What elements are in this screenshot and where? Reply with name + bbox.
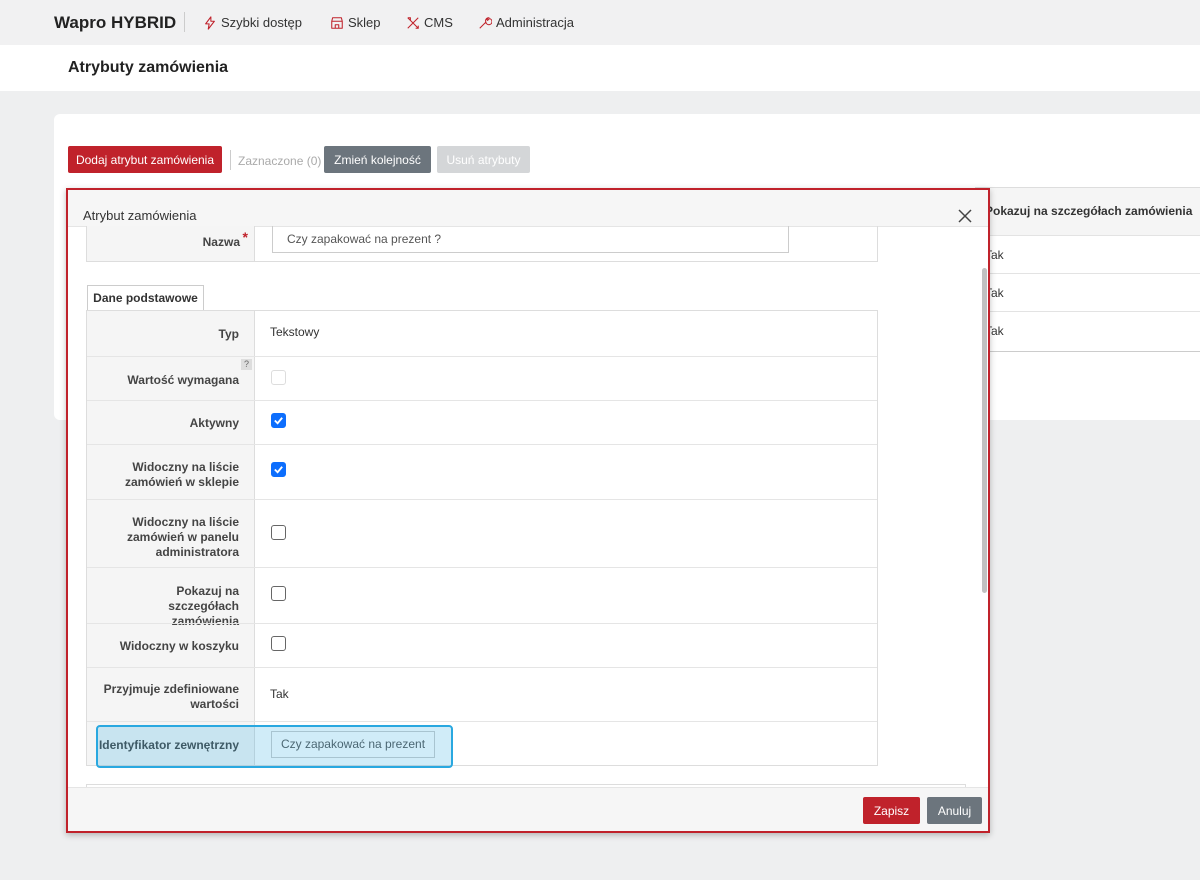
nav-divider [184, 12, 185, 32]
type-label: Typ [218, 327, 239, 341]
required-checkbox [271, 370, 286, 385]
nav-item-label: Sklep [348, 15, 381, 30]
nav-item-label: Szybki dostęp [221, 15, 302, 30]
table-cell: Tak [975, 235, 1200, 273]
cart-checkbox[interactable] [271, 636, 286, 651]
admin-list-label: Widoczny na liście zamówień w panelu adm… [126, 515, 239, 559]
form-row-required: ? Wartość wymagana [87, 356, 877, 400]
dialog-footer: Zapisz Anuluj [68, 787, 988, 831]
scrollbar-thumb[interactable] [982, 268, 987, 593]
nav-item-label: CMS [424, 15, 453, 30]
name-label: Nazwa * [87, 226, 255, 261]
toolbar-divider [230, 150, 231, 170]
basic-data-form: Typ Tekstowy ? Wartość wymagana Aktywny … [86, 310, 878, 766]
selected-count: Zaznaczone (0) [238, 154, 322, 168]
tab-basic-data[interactable]: Dane podstawowe [87, 285, 204, 311]
shop-list-label: Widoczny na liście zamówień w sklepie [124, 460, 239, 489]
predefined-value: Tak [270, 687, 289, 701]
attributes-table: Pokazuj na szczegółach zamówienia Tak Ta… [975, 187, 1200, 352]
form-row-shop-list: Widoczny na liście zamówień w sklepie [87, 444, 877, 499]
cancel-button[interactable]: Anuluj [927, 797, 982, 824]
wrench-icon [479, 16, 492, 29]
active-checkbox[interactable] [271, 413, 286, 428]
shop-list-checkbox[interactable] [271, 462, 286, 477]
nav-item-quick-access[interactable]: Szybki dostęp [203, 15, 302, 30]
app-brand[interactable]: Wapro HYBRID [54, 13, 176, 33]
form-row-cart: Widoczny w koszyku [87, 623, 877, 667]
active-label: Aktywny [189, 416, 239, 430]
nav-item-administration[interactable]: Administracja [478, 15, 574, 30]
dialog-header: Atrybut zamówienia [68, 190, 988, 227]
help-icon[interactable]: ? [241, 359, 252, 370]
add-attribute-button[interactable]: Dodaj atrybut zamówienia [68, 146, 222, 173]
attribute-dialog: Atrybut zamówienia Nazwa * Czy zapakować… [66, 188, 990, 833]
store-icon [331, 16, 343, 29]
top-navbar: Wapro HYBRID Szybki dostęp Sklep CMS Adm… [0, 0, 1200, 45]
checkmark-icon [274, 466, 283, 474]
required-label: Wartość wymagana [127, 373, 239, 387]
name-row: Nazwa * Czy zapakować na prezent ? [86, 226, 878, 262]
reorder-button[interactable]: Zmień kolejność [324, 146, 431, 173]
form-row-admin-list: Widoczny na liście zamówień w panelu adm… [87, 499, 877, 567]
form-row-active: Aktywny [87, 400, 877, 444]
predefined-label: Przyjmuje zdefiniowane wartości [103, 682, 239, 711]
name-label-text: Nazwa [202, 235, 240, 249]
form-row-details: Pokazuj na szczegółach zamówienia [87, 567, 877, 628]
nav-item-shop[interactable]: Sklep [330, 15, 381, 30]
close-icon[interactable] [957, 208, 973, 224]
details-checkbox[interactable] [271, 586, 286, 601]
dialog-title: Atrybut zamówienia [83, 208, 197, 223]
form-row-type: Typ Tekstowy [87, 311, 877, 356]
name-input[interactable]: Czy zapakować na prezent ? [272, 226, 789, 253]
cart-label: Widoczny w koszyku [119, 639, 239, 653]
form-row-predefined: Przyjmuje zdefiniowane wartości Tak [87, 667, 877, 721]
lightning-icon [205, 15, 215, 30]
admin-list-checkbox[interactable] [271, 525, 286, 540]
checkmark-icon [274, 417, 283, 425]
page-title: Atrybuty zamówienia [68, 59, 229, 76]
table-cell: Tak [975, 311, 1200, 349]
footer-strip [0, 880, 1200, 888]
focus-highlight [96, 725, 453, 768]
nav-item-label: Administracja [496, 15, 575, 30]
type-value: Tekstowy [270, 325, 320, 339]
column-header[interactable]: Pokazuj na szczegółach zamówienia [975, 188, 1200, 235]
page-header: Atrybuty zamówienia [0, 45, 1200, 91]
save-button[interactable]: Zapisz [863, 797, 920, 824]
table-cell: Tak [975, 273, 1200, 311]
delete-attributes-button[interactable]: Usuń atrybuty [437, 146, 530, 173]
required-mark: * [242, 229, 248, 245]
nav-item-cms[interactable]: CMS [406, 15, 453, 30]
tools-icon [407, 16, 419, 29]
